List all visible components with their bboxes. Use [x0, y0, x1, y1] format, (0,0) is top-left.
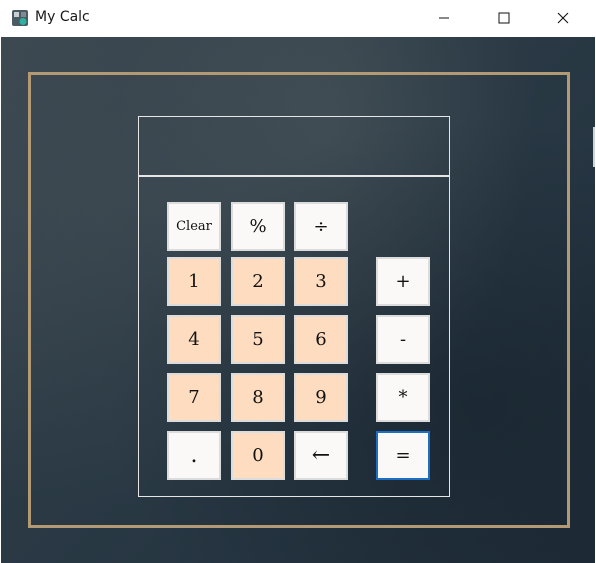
title-bar: My Calc: [0, 0, 596, 37]
digit-2-button[interactable]: 2: [231, 257, 285, 306]
plus-button[interactable]: +: [376, 257, 430, 306]
digit-1-button[interactable]: 1: [167, 257, 221, 306]
close-icon: [557, 12, 569, 24]
window-edge: [593, 127, 595, 167]
backspace-button[interactable]: ←: [294, 431, 348, 480]
decimal-button[interactable]: .: [167, 431, 221, 480]
window-title: My Calc: [35, 9, 90, 25]
divide-button[interactable]: ÷: [294, 202, 348, 251]
display-field[interactable]: [138, 116, 450, 176]
digit-9-button[interactable]: 9: [294, 373, 348, 422]
maximize-icon: [498, 12, 510, 24]
digit-5-button[interactable]: 5: [231, 315, 285, 364]
digit-0-button[interactable]: 0: [231, 431, 285, 480]
minus-button[interactable]: -: [376, 315, 430, 364]
digit-7-button[interactable]: 7: [167, 373, 221, 422]
equals-button[interactable]: =: [376, 431, 430, 480]
minimize-icon: [439, 17, 449, 19]
calculator-window: Clear % ÷ 1 2 3 + 4 5 6 - 7 8 9 * . 0 ← …: [1, 37, 595, 563]
app-icon: [12, 10, 28, 26]
digit-3-button[interactable]: 3: [294, 257, 348, 306]
close-button[interactable]: [540, 0, 586, 36]
digit-4-button[interactable]: 4: [167, 315, 221, 364]
minimize-button[interactable]: [421, 0, 467, 36]
multiply-button[interactable]: *: [376, 373, 430, 422]
maximize-button[interactable]: [481, 0, 527, 36]
digit-6-button[interactable]: 6: [294, 315, 348, 364]
clear-button[interactable]: Clear: [167, 202, 221, 251]
digit-8-button[interactable]: 8: [231, 373, 285, 422]
percent-button[interactable]: %: [231, 202, 285, 251]
